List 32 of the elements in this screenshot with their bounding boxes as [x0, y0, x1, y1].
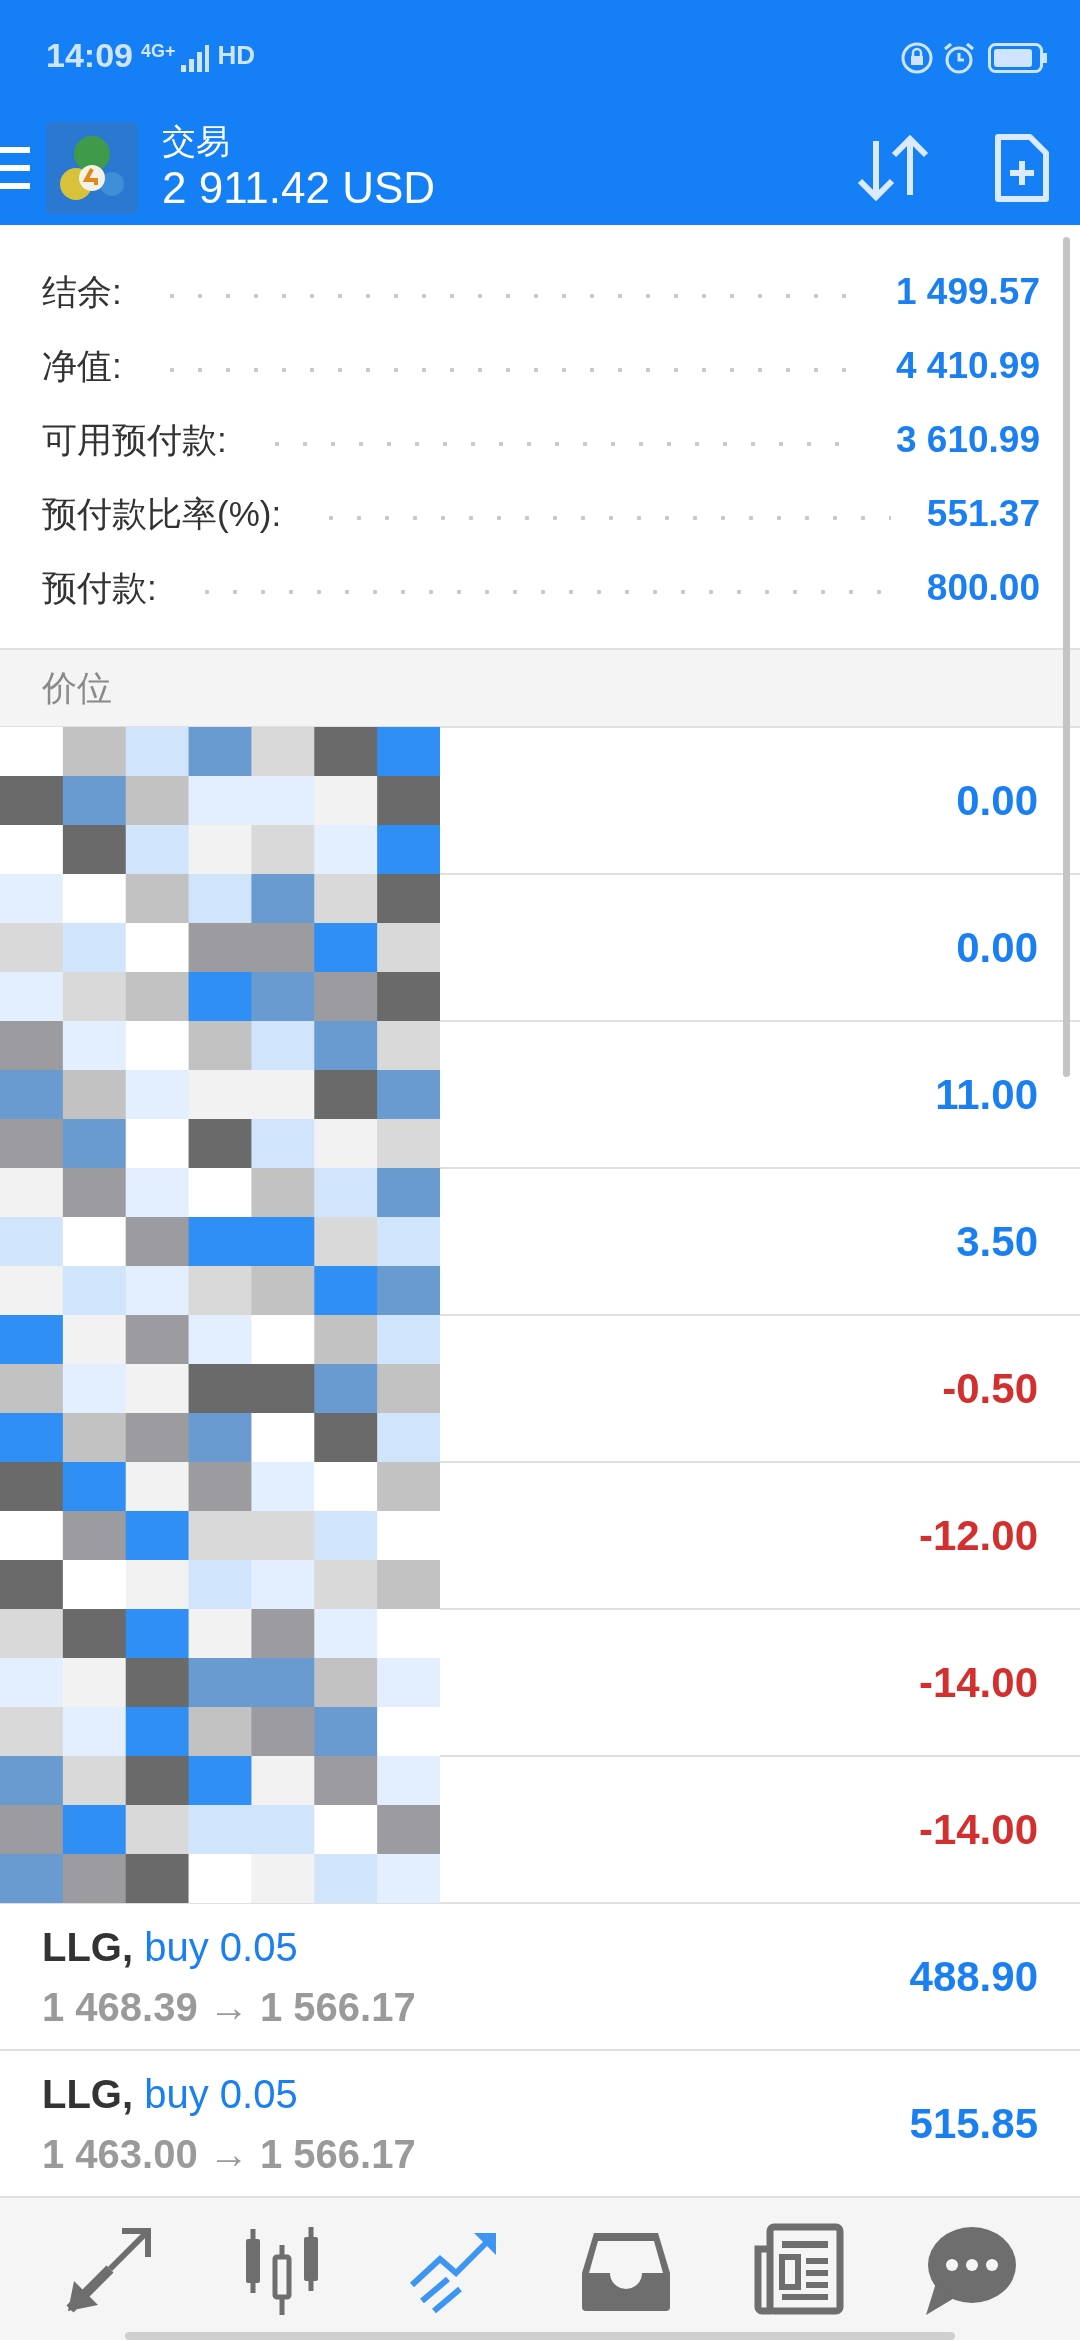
new-order-button[interactable] [994, 132, 1050, 203]
profit-value: 0.00 [956, 923, 1038, 973]
summary-value: 3 610.99 [895, 418, 1040, 463]
order-title: LLG, buy 0.05 [42, 1923, 299, 1971]
screen-title: 交易 [162, 120, 231, 162]
profit-value: 11.00 [935, 1070, 1038, 1120]
profit-value: -12.00 [918, 1511, 1038, 1561]
profit-value: 515.85 [909, 2099, 1038, 2149]
profit-value: -14.00 [918, 1658, 1038, 1708]
profit-value: 488.90 [909, 1952, 1038, 2002]
profit-value: -14.00 [918, 1805, 1038, 1855]
network-label: 4G+ [140, 40, 176, 63]
summary-label: 净值: [42, 344, 122, 387]
summary-label: 可用预付款: [42, 418, 227, 461]
order-title: LLG, buy 0.05 [42, 2070, 299, 2118]
summary-value: 4 410.99 [895, 344, 1040, 389]
profit-value: 3.50 [956, 1217, 1038, 1267]
section-title: 价位 [42, 666, 112, 709]
profit-value: -0.50 [942, 1364, 1038, 1414]
summary-label: 预付款: [42, 566, 157, 609]
summary-label: 预付款比率(%): [42, 492, 282, 535]
hd-label: HD [217, 38, 256, 72]
status-time: 14:09 [46, 34, 133, 76]
summary-value: 1 499.57 [895, 270, 1040, 315]
account-balance: 2 911.42 USD [162, 161, 436, 214]
price-range: 1 463.00 → 1 566.17 [42, 2130, 416, 2178]
summary-value: 551.37 [926, 492, 1040, 537]
app-logo-icon [46, 121, 138, 214]
profit-value: 0.00 [956, 776, 1038, 826]
price-range: 1 468.39 → 1 566.17 [42, 1983, 416, 2031]
summary-value: 800.00 [926, 566, 1040, 611]
summary-label: 结余: [42, 270, 122, 313]
